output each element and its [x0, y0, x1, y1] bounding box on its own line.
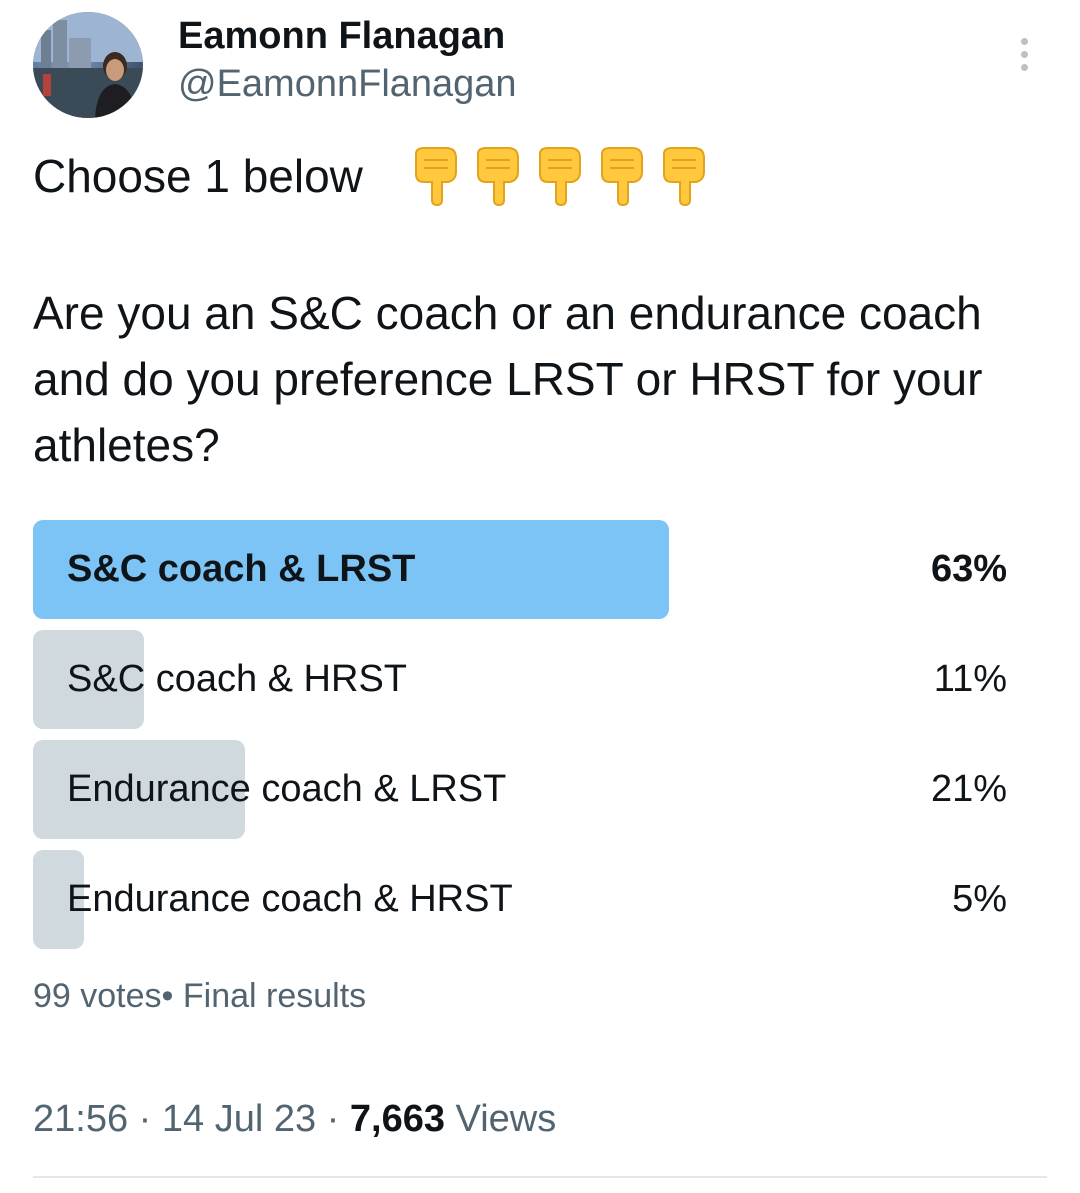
tweet-date: 14 Jul 23	[161, 1098, 317, 1140]
poll-option-label: Endurance coach & HRST	[67, 878, 513, 920]
views-count: 7,663	[349, 1098, 445, 1140]
poll-option: Endurance coach & LRST 21%	[33, 740, 1043, 839]
author-handle[interactable]: @EamonnFlanagan	[178, 62, 517, 106]
tweet-timestamp[interactable]: 21:56 · 14 Jul 23 · 7,663 Views	[33, 1096, 556, 1142]
pointing-down-icon	[539, 147, 581, 206]
poll-option-label: Endurance coach & LRST	[67, 768, 507, 810]
divider	[33, 1176, 1047, 1178]
tweet-text-body: Are you an S&C coach or an endurance coa…	[33, 287, 983, 471]
poll-option-percent: 5%	[952, 878, 1007, 920]
views-label: Views	[455, 1098, 557, 1140]
poll: S&C coach & LRST 63% S&C coach & HRST 11% En…	[33, 520, 1043, 960]
pointing-down-icon	[415, 147, 457, 206]
dot-icon	[1020, 37, 1028, 45]
poll-option-label: S&C coach & HRST	[67, 658, 407, 700]
separator: ·	[316, 1098, 350, 1140]
poll-status: • Final results	[161, 977, 367, 1015]
poll-option: Endurance coach & HRST 5%	[33, 850, 1043, 949]
poll-option-percent: 63%	[930, 548, 1007, 590]
tweet-text-line1: Choose 1 below	[33, 150, 363, 202]
poll-option-percent: 21%	[930, 768, 1007, 810]
separator: ·	[128, 1098, 162, 1140]
pointing-down-icon	[477, 147, 519, 206]
poll-option-percent: 11%	[933, 658, 1007, 700]
poll-votes: 99 votes	[33, 977, 162, 1015]
pointing-down-icon	[663, 147, 705, 206]
poll-option-label: S&C coach & LRST	[67, 548, 416, 590]
tweet-time: 21:56	[33, 1098, 129, 1140]
poll-option: S&C coach & HRST 11%	[33, 630, 1043, 729]
poll-option: S&C coach & LRST 63%	[33, 520, 1043, 619]
dot-icon	[1020, 50, 1028, 58]
pointing-down-icon	[601, 147, 643, 206]
more-options-button[interactable]	[1004, 32, 1044, 76]
dot-icon	[1020, 63, 1028, 71]
pointing-down-emojis	[410, 146, 710, 206]
poll-meta: 99 votes• Final results	[33, 975, 366, 1017]
author-name[interactable]: Eamonn Flanagan	[178, 14, 505, 58]
avatar-photo	[33, 12, 143, 118]
avatar[interactable]	[33, 12, 143, 118]
